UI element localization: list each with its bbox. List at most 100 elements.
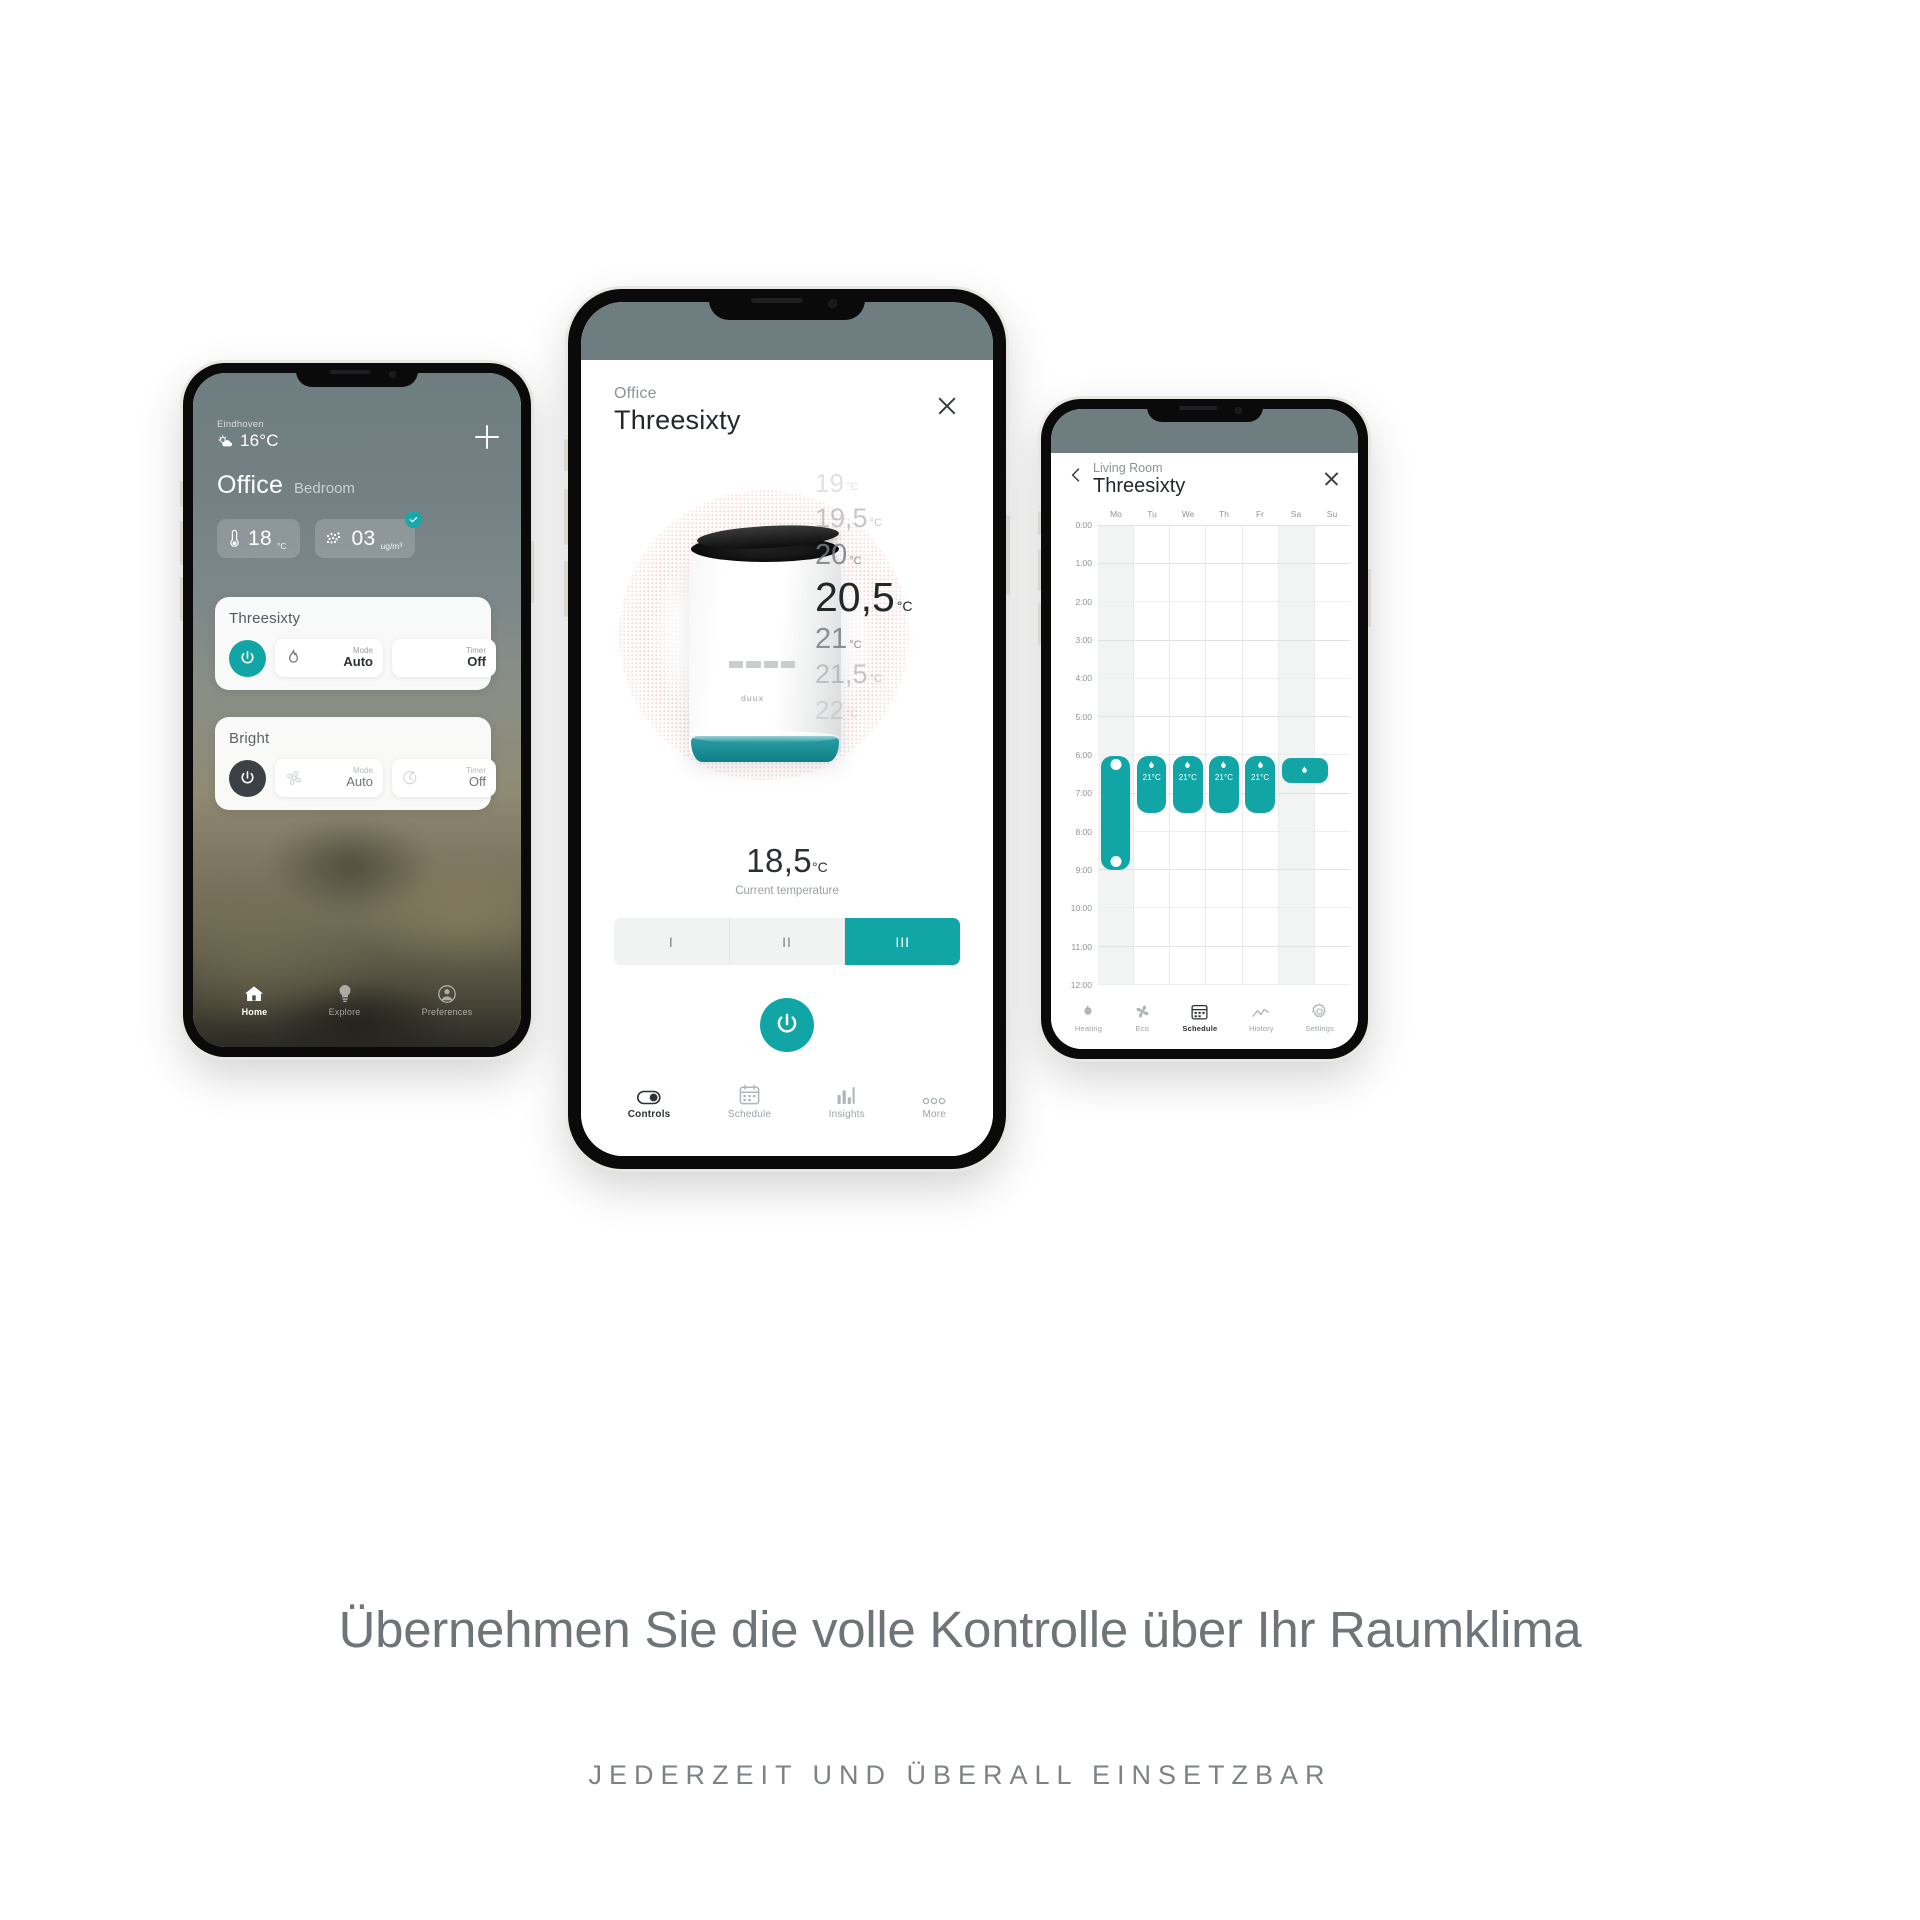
schedule-calendar[interactable]: Mo Tu We Th Fr Sa Su 0:00 1:00 2:00 3:00…	[1061, 509, 1350, 990]
room-name-alt[interactable]: Bedroom	[294, 480, 355, 497]
center-tabbar: Controls Schedule Insights More	[581, 1084, 993, 1120]
flame-icon	[1221, 760, 1227, 768]
tab-heating[interactable]: Heating	[1075, 1003, 1102, 1033]
chart-line-icon	[1252, 1008, 1270, 1017]
power-side-button[interactable]	[531, 541, 534, 603]
volume-up-button[interactable]	[1038, 511, 1041, 535]
device-power-toggle-threesixty[interactable]	[229, 639, 266, 677]
room-selector[interactable]: Office Bedroom	[217, 471, 355, 500]
schedule-block-sa[interactable]	[1281, 757, 1328, 784]
tab-settings[interactable]: Settings	[1305, 1003, 1334, 1033]
volume-up-button[interactable]	[180, 481, 183, 507]
schedule-block-we[interactable]: 21°C	[1173, 755, 1203, 813]
stat-airquality[interactable]: 03 ug/m³	[314, 511, 423, 558]
tab-schedule[interactable]: Schedule	[728, 1084, 771, 1120]
volume-up-button[interactable]	[564, 439, 568, 471]
tab-eco[interactable]: Eco	[1134, 1003, 1151, 1033]
tab-history-label: History	[1249, 1024, 1274, 1033]
volume-down-button[interactable]	[180, 521, 183, 565]
stat-temperature[interactable]: 18 °C	[217, 519, 300, 558]
volume-down-button[interactable]	[1038, 549, 1041, 591]
temperature-ladder[interactable]: 19 °C 19,5 °C 20 °C 20,5 °C 21 °C 21,5 °…	[815, 470, 965, 732]
mute-switch[interactable]	[180, 577, 183, 621]
temperature-step[interactable]: 21,5 °C	[815, 661, 882, 688]
temperature-step-unit: °C	[845, 708, 859, 720]
schedule-column-mo[interactable]	[1098, 526, 1135, 985]
schedule-block-temp: 21°C	[1214, 772, 1234, 782]
tab-explore[interactable]: Explore	[329, 984, 361, 1017]
temperature-step-selected[interactable]: 20,5 °C	[815, 577, 913, 618]
device-card-threesixty[interactable]: Threesixty Mode Auto Timer Off	[215, 597, 496, 690]
tab-preferences-label: Preferences	[421, 1007, 473, 1017]
device-power-toggle-bright[interactable]	[229, 759, 266, 797]
time-label: 2:00	[1075, 596, 1092, 607]
schedule-column-th[interactable]: 21°C	[1206, 526, 1243, 985]
schedule-column-su[interactable]	[1314, 526, 1350, 985]
power-side-button[interactable]	[1006, 515, 1010, 595]
schedule-column-fr[interactable]: 21°C	[1242, 526, 1279, 985]
room-stats: 18 °C 03 ug/m³	[217, 511, 423, 558]
schedule-block-fr[interactable]: 21°C	[1245, 755, 1275, 813]
tab-history[interactable]: History	[1249, 1006, 1274, 1033]
main-power-button[interactable]	[760, 998, 814, 1052]
device-card-bright[interactable]: Bright Mode Auto Timer Off	[215, 717, 496, 810]
device-card-title: Bright	[229, 730, 270, 747]
close-button[interactable]	[1323, 470, 1340, 487]
weather-widget: Eindhoven 16°C	[217, 419, 279, 451]
schedule-block-handle-top[interactable]	[1110, 758, 1122, 770]
mute-switch[interactable]	[1038, 603, 1041, 645]
temperature-step[interactable]: 20 °C	[815, 541, 862, 570]
temperature-step-unit: °C	[869, 673, 882, 685]
power-icon	[777, 1013, 797, 1033]
speaker-slot	[1178, 406, 1217, 410]
fan-speed-3[interactable]: III	[845, 918, 960, 965]
temperature-step[interactable]: 19 °C	[815, 470, 858, 496]
time-label: 8:00	[1075, 826, 1092, 837]
schedule-block-tu[interactable]: 21°C	[1136, 755, 1167, 813]
temperature-step[interactable]: 19,5 °C	[815, 505, 882, 532]
device-timer-chip-bright[interactable]: Timer Off	[392, 759, 496, 797]
schedule-block-th[interactable]: 21°C	[1209, 755, 1239, 813]
device-timer-value: Off	[468, 774, 486, 790]
schedule-column-we[interactable]: 21°C	[1170, 526, 1207, 985]
stat-airquality-value: 03	[351, 526, 376, 550]
schedule-day-headers: Mo Tu We Th Fr Sa Su	[1098, 509, 1350, 524]
temperature-step[interactable]: 21 °C	[815, 625, 862, 654]
room-name-active[interactable]: Office	[217, 471, 283, 500]
close-button[interactable]	[936, 395, 958, 417]
left-tabbar: Home Explore Preferences	[193, 984, 521, 1017]
device-control-panel	[729, 656, 795, 672]
check-icon	[410, 516, 418, 523]
fan-speed-1[interactable]: I	[614, 918, 730, 965]
add-device-button[interactable]	[475, 425, 499, 449]
day-header-th: Th	[1219, 509, 1229, 519]
schedule-grid[interactable]: 21°C 21°C 21°C 21°C	[1098, 525, 1350, 985]
schedule-column-sa[interactable]	[1278, 526, 1328, 985]
fan-speed-2[interactable]: II	[729, 918, 846, 965]
tab-more[interactable]: More	[922, 1097, 946, 1120]
stat-temperature-unit: °C	[276, 541, 287, 551]
fan-speed-selector[interactable]: I II III	[614, 918, 960, 965]
front-camera	[1234, 407, 1242, 414]
power-side-button[interactable]	[1368, 569, 1371, 627]
tab-more-label: More	[922, 1109, 947, 1120]
device-timer-chip-threesixty[interactable]: Timer Off	[392, 639, 496, 677]
tab-insights-label: Insights	[828, 1109, 865, 1120]
speaker-slot	[330, 370, 370, 374]
mute-switch[interactable]	[564, 561, 568, 617]
tab-controls-label: Controls	[627, 1109, 671, 1120]
schedule-column-tu[interactable]: 21°C	[1134, 526, 1171, 985]
dots-icon	[922, 1097, 946, 1105]
tab-controls[interactable]: Controls	[628, 1090, 671, 1120]
device-mode-chip-bright[interactable]: Mode Auto	[275, 759, 383, 797]
tab-home[interactable]: Home	[242, 985, 268, 1017]
temperature-step[interactable]: 22 °C	[815, 697, 858, 723]
back-button[interactable]	[1068, 467, 1084, 483]
tab-insights[interactable]: Insights	[829, 1086, 865, 1120]
schedule-block-mo[interactable]	[1100, 755, 1131, 871]
schedule-block-handle-bottom[interactable]	[1110, 856, 1122, 868]
device-mode-chip-threesixty[interactable]: Mode Auto	[275, 639, 383, 677]
volume-down-button[interactable]	[564, 489, 568, 545]
tab-preferences[interactable]: Preferences	[422, 985, 473, 1017]
tab-schedule[interactable]: Schedule	[1182, 1003, 1217, 1033]
